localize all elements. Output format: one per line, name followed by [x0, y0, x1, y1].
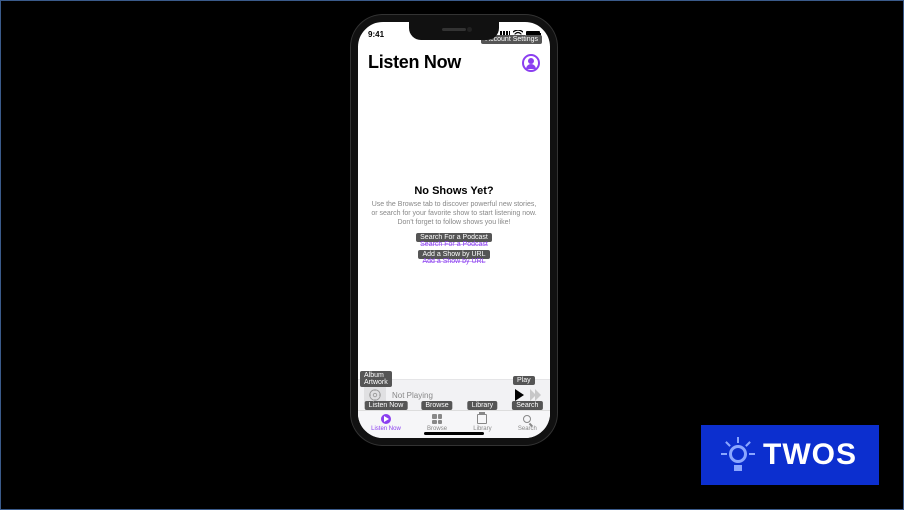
tab-library-tooltip: Library [468, 401, 497, 410]
tab-listen-now[interactable]: Listen Now Listen Now [371, 413, 401, 432]
device-notch [409, 22, 499, 40]
library-icon [477, 414, 487, 424]
search-podcast-link[interactable]: Search For a Podcast [420, 241, 488, 248]
tab-search[interactable]: Search Search [518, 413, 537, 432]
tab-listen-label: Listen Now [371, 426, 401, 432]
tab-library[interactable]: Library Library [473, 413, 491, 432]
empty-body: Use the Browse tab to discover powerful … [370, 200, 538, 227]
grid-icon [432, 414, 442, 424]
status-time: 9:41 [368, 30, 384, 39]
artwork-tooltip: Album Artwork [360, 371, 392, 387]
watermark-text: TWOS [763, 438, 857, 472]
iphone-device-frame: 9:41 Listen Now Account Settings No Show… [351, 15, 557, 445]
tab-search-label: Search [518, 426, 537, 432]
add-url-link[interactable]: Add a Show by URL [422, 258, 485, 265]
tab-browse-tooltip: Browse [421, 401, 452, 410]
account-button[interactable] [522, 54, 540, 72]
tab-search-tooltip: Search [512, 401, 542, 410]
now-playing-status: Not Playing [392, 391, 515, 400]
lightbulb-icon [723, 437, 753, 473]
play-tooltip: Play [513, 376, 535, 385]
play-circle-icon [381, 414, 391, 424]
tab-browse[interactable]: Browse Browse [427, 413, 447, 432]
home-indicator[interactable] [424, 432, 484, 435]
empty-state: No Shows Yet? Use the Browse tab to disc… [358, 73, 550, 379]
play-button[interactable] [515, 389, 524, 401]
empty-heading: No Shows Yet? [414, 185, 493, 197]
watermark-badge: TWOS [701, 425, 879, 485]
skip-forward-button[interactable] [530, 389, 544, 401]
tab-listen-tooltip: Listen Now [365, 401, 408, 410]
search-icon [523, 415, 531, 423]
page-title: Listen Now [368, 52, 461, 73]
